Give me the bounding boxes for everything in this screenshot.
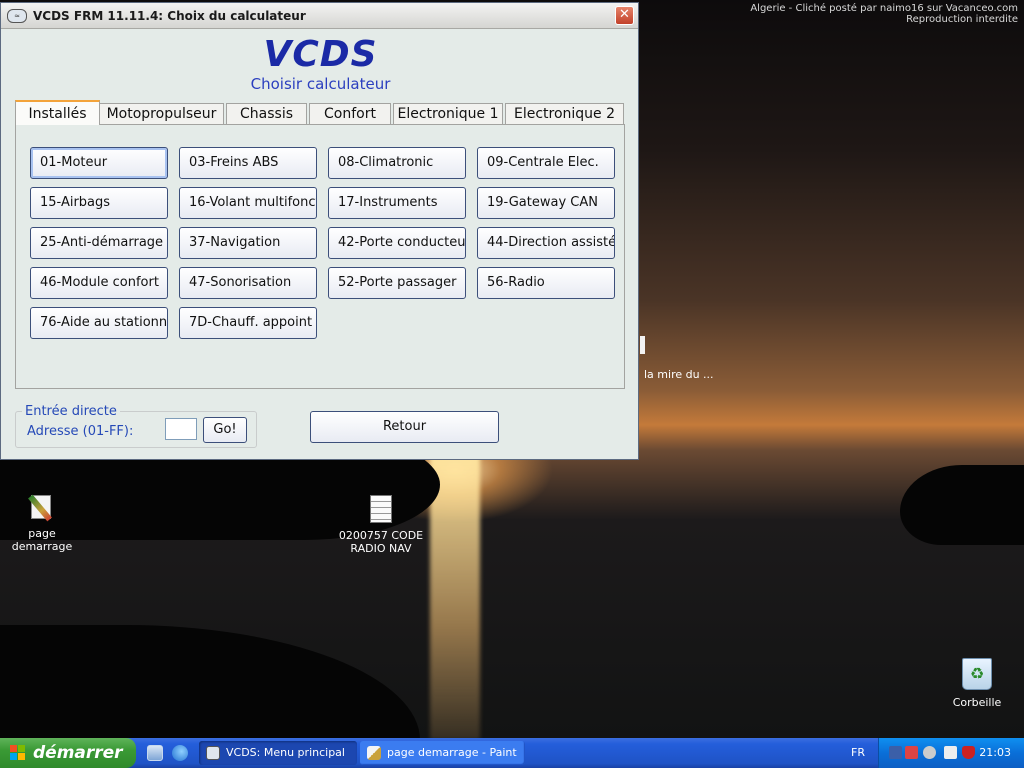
window-title: VCDS FRM 11.11.4: Choix du calculateur [33, 8, 306, 23]
close-button[interactable]: ✕ [615, 6, 634, 25]
paint-icon [28, 493, 55, 522]
vcds-app-icon [206, 746, 220, 760]
desktop-icon-partial-label[interactable]: la mire du ... [644, 368, 714, 381]
watermark-line: Algerie - Cliché posté par naimo16 sur V… [750, 3, 1018, 14]
module-button-17[interactable]: 17-Instruments [328, 187, 466, 219]
desktop-icon-corbeille[interactable]: ♻ Corbeille [944, 658, 1010, 709]
security-shield-icon[interactable] [962, 746, 975, 759]
vcds-logo: VCDS [263, 34, 378, 75]
module-button-56[interactable]: 56-Radio [477, 267, 615, 299]
desktop-icon-page-demarrage[interactable]: page demarrage [0, 493, 84, 553]
tab-electronique-2[interactable]: Electronique 2 [505, 103, 624, 124]
vcds-app-icon: ≈ [7, 8, 27, 23]
start-label: démarrer [33, 743, 123, 763]
tab-panel-installes: 01-Moteur 03-Freins ABS 08-Climatronic 0… [15, 124, 625, 389]
desktop-icon-label: Corbeille [952, 696, 1002, 709]
tray-app-icon[interactable] [944, 746, 957, 759]
direct-entry-legend: Entrée directe [22, 404, 120, 419]
tab-confort[interactable]: Confort [309, 103, 391, 124]
module-button-15[interactable]: 15-Airbags [30, 187, 168, 219]
module-button-09[interactable]: 09-Centrale Elec. [477, 147, 615, 179]
taskbar-item-vcds[interactable]: VCDS: Menu principal [199, 741, 357, 765]
module-button-19[interactable]: 19-Gateway CAN [477, 187, 615, 219]
module-button-46[interactable]: 46-Module confort [30, 267, 168, 299]
sun-reflection [430, 455, 480, 740]
speaker-icon[interactable] [923, 746, 936, 759]
paint-icon [367, 746, 381, 760]
recycle-bin-icon: ♻ [962, 658, 992, 690]
module-button-44[interactable]: 44-Direction assistée [477, 227, 615, 259]
module-button-7d[interactable]: 7D-Chauff. appoint [179, 307, 317, 339]
desktop-icon-code-radio[interactable]: 0200757 CODE RADIO NAV [338, 495, 424, 555]
clock: 21:03 [979, 746, 1011, 759]
page-subtitle: Choisir calculateur [250, 75, 391, 93]
show-desktop-icon[interactable] [147, 745, 163, 761]
vcds-window: ≈ VCDS FRM 11.11.4: Choix du calculateur… [0, 2, 639, 460]
tab-motopropulseur[interactable]: Motopropulseur [99, 103, 224, 124]
window-titlebar[interactable]: ≈ VCDS FRM 11.11.4: Choix du calculateur… [1, 3, 638, 29]
address-input[interactable] [165, 418, 197, 440]
module-button-01[interactable]: 01-Moteur [30, 147, 168, 179]
module-button-52[interactable]: 52-Porte passager [328, 267, 466, 299]
taskbar-item-label: VCDS: Menu principal [226, 746, 345, 759]
module-button-25[interactable]: 25-Anti-démarrage [30, 227, 168, 259]
notepad-icon [370, 495, 392, 523]
windows-logo-icon [10, 745, 26, 761]
watermark-line: Reproduction interdite [906, 14, 1018, 25]
tab-chassis[interactable]: Chassis [226, 103, 307, 124]
rock-silhouette [0, 625, 420, 740]
module-button-37[interactable]: 37-Navigation [179, 227, 317, 259]
network-icon[interactable] [889, 746, 902, 759]
module-button-08[interactable]: 08-Climatronic [328, 147, 466, 179]
taskbar: démarrer VCDS: Menu principal page demar… [0, 738, 1024, 768]
system-tray: 21:03 [878, 738, 1024, 768]
partial-desktop-icon [640, 336, 645, 354]
tab-installes[interactable]: Installés [15, 100, 100, 125]
language-indicator[interactable]: FR [851, 746, 865, 759]
module-button-47[interactable]: 47-Sonorisation [179, 267, 317, 299]
desktop-icon-label: 0200757 CODE RADIO NAV [338, 529, 424, 555]
internet-explorer-icon[interactable] [172, 745, 188, 761]
taskbar-item-label: page demarrage - Paint [387, 746, 517, 759]
desktop-icon-label: page demarrage [11, 527, 73, 553]
address-label: Adresse (01-FF): [27, 424, 134, 439]
module-button-42[interactable]: 42-Porte conducteur [328, 227, 466, 259]
module-button-03[interactable]: 03-Freins ABS [179, 147, 317, 179]
module-button-16[interactable]: 16-Volant multifonct. [179, 187, 317, 219]
go-button[interactable]: Go! [203, 417, 247, 443]
rock-silhouette [900, 465, 1024, 545]
retour-button[interactable]: Retour [310, 411, 499, 443]
alert-icon[interactable] [905, 746, 918, 759]
tab-electronique-1[interactable]: Electronique 1 [393, 103, 503, 124]
start-button[interactable]: démarrer [0, 738, 136, 768]
wallpaper-watermark: Algerie - Cliché posté par naimo16 sur V… [750, 3, 1018, 25]
taskbar-item-paint[interactable]: page demarrage - Paint [360, 741, 525, 765]
module-button-76[interactable]: 76-Aide au stationnt [30, 307, 168, 339]
